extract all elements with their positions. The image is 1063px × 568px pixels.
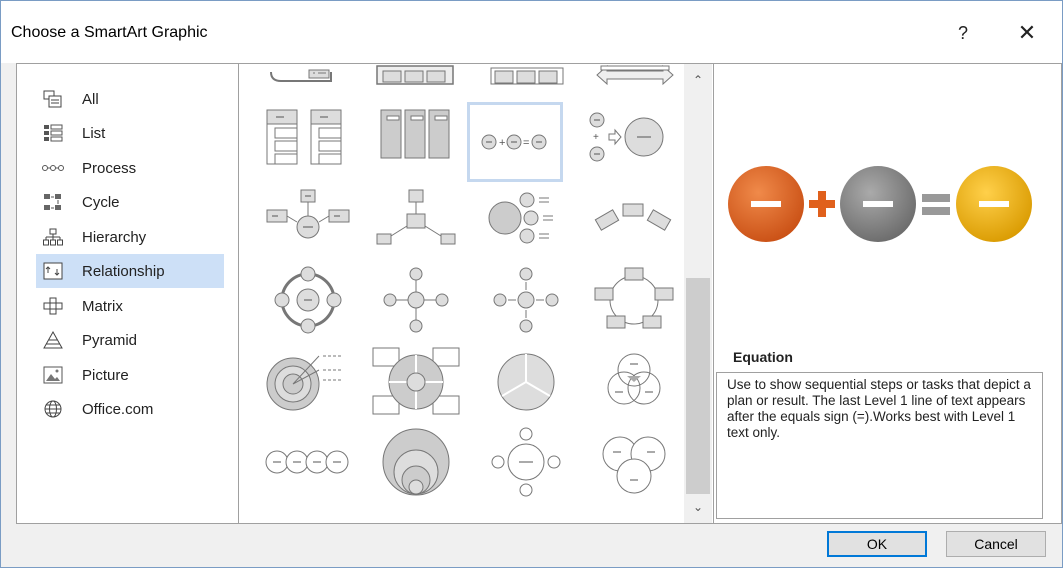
equation-preview-graphic — [726, 144, 1046, 264]
category-label: Pyramid — [82, 331, 138, 349]
list-icon — [38, 123, 68, 143]
svg-text:=: = — [523, 137, 529, 149]
category-process[interactable]: Process — [36, 151, 224, 185]
layout-thumbnail[interactable] — [261, 342, 357, 422]
layout-thumbnail[interactable] — [369, 64, 465, 106]
layout-thumbnail[interactable] — [587, 182, 683, 262]
layout-thumbnail[interactable] — [261, 64, 357, 106]
category-relationship[interactable]: Relationship — [36, 254, 224, 288]
category-pyramid[interactable]: Pyramid — [36, 323, 224, 357]
category-label: All — [82, 90, 99, 108]
smartart-dialog: Choose a SmartArt Graphic ? ✕ All List P… — [0, 0, 1063, 568]
picture-icon — [38, 365, 68, 385]
dialog-body: All List Process Cycle Hierarchy Relatio… — [16, 63, 1062, 524]
layout-thumbnail[interactable] — [261, 422, 357, 502]
cycle-icon — [38, 192, 68, 212]
process-icon — [38, 158, 68, 178]
layout-thumbnail[interactable] — [369, 260, 465, 340]
category-matrix[interactable]: Matrix — [36, 289, 224, 323]
matrix-icon — [38, 296, 68, 316]
equals-sign — [922, 194, 950, 202]
category-label: Office.com — [82, 400, 154, 418]
category-office-com[interactable]: Office.com — [36, 392, 224, 426]
preview-title: Equation — [733, 349, 793, 365]
title-bar: Choose a SmartArt Graphic ? ✕ — [1, 1, 1062, 63]
category-label: Picture — [82, 366, 129, 384]
category-hierarchy[interactable]: Hierarchy — [36, 220, 224, 254]
cancel-button[interactable]: Cancel — [946, 531, 1046, 557]
layout-thumbnail[interactable] — [261, 260, 357, 340]
layout-thumbnail[interactable] — [479, 260, 575, 340]
layout-thumbnail[interactable] — [479, 64, 575, 106]
scroll-down-icon[interactable]: ⌄ — [684, 495, 712, 519]
layout-gallery: + = + ⌃ ⌄ — [238, 63, 715, 524]
category-label: Cycle — [82, 193, 120, 211]
category-list-item[interactable]: List — [36, 116, 224, 150]
scrollbar-thumb[interactable] — [686, 278, 710, 494]
layout-thumbnail[interactable] — [587, 260, 683, 340]
preview-description: Use to show sequential steps or tasks th… — [716, 372, 1043, 519]
layout-thumbnail[interactable] — [479, 422, 575, 502]
pyramid-icon — [38, 330, 68, 350]
category-label: Process — [82, 159, 137, 177]
layout-thumbnail[interactable] — [587, 422, 683, 502]
category-cycle[interactable]: Cycle — [36, 185, 224, 219]
dialog-title: Choose a SmartArt Graphic — [11, 24, 208, 41]
layout-thumbnail[interactable] — [369, 422, 465, 502]
layout-thumbnail[interactable] — [261, 102, 357, 182]
layout-thumbnail[interactable] — [479, 342, 575, 422]
category-list: All List Process Cycle Hierarchy Relatio… — [16, 63, 240, 524]
scroll-up-icon[interactable]: ⌃ — [684, 68, 712, 92]
ok-button[interactable]: OK — [827, 531, 927, 557]
layout-thumbnail[interactable] — [369, 182, 465, 262]
svg-text:+: + — [593, 132, 599, 143]
close-button[interactable]: ✕ — [1007, 13, 1047, 53]
layout-thumbnail[interactable] — [587, 342, 683, 422]
category-all[interactable]: All — [36, 82, 224, 116]
hierarchy-icon — [38, 227, 68, 247]
category-label: Matrix — [82, 297, 123, 315]
layout-thumbnail[interactable]: + — [587, 102, 683, 182]
layout-equation-selected[interactable]: + = — [467, 102, 563, 182]
svg-text:+: + — [499, 137, 505, 149]
layout-thumbnail[interactable] — [369, 102, 465, 182]
category-picture[interactable]: Picture — [36, 358, 224, 392]
gallery-scrollbar[interactable]: ⌃ ⌄ — [684, 64, 712, 523]
layout-thumbnail[interactable] — [369, 342, 465, 422]
all-icon — [38, 89, 68, 109]
category-label: Hierarchy — [82, 228, 147, 246]
layout-thumbnail[interactable] — [261, 182, 357, 262]
help-button[interactable]: ? — [943, 13, 983, 53]
globe-icon — [38, 399, 68, 419]
layout-thumbnail[interactable] — [479, 182, 575, 262]
layout-thumbnail[interactable] — [587, 64, 683, 106]
preview-panel: Equation Use to show sequential steps or… — [713, 63, 1062, 524]
category-label: List — [82, 124, 106, 142]
relationship-icon — [38, 261, 68, 281]
category-label: Relationship — [82, 262, 165, 280]
